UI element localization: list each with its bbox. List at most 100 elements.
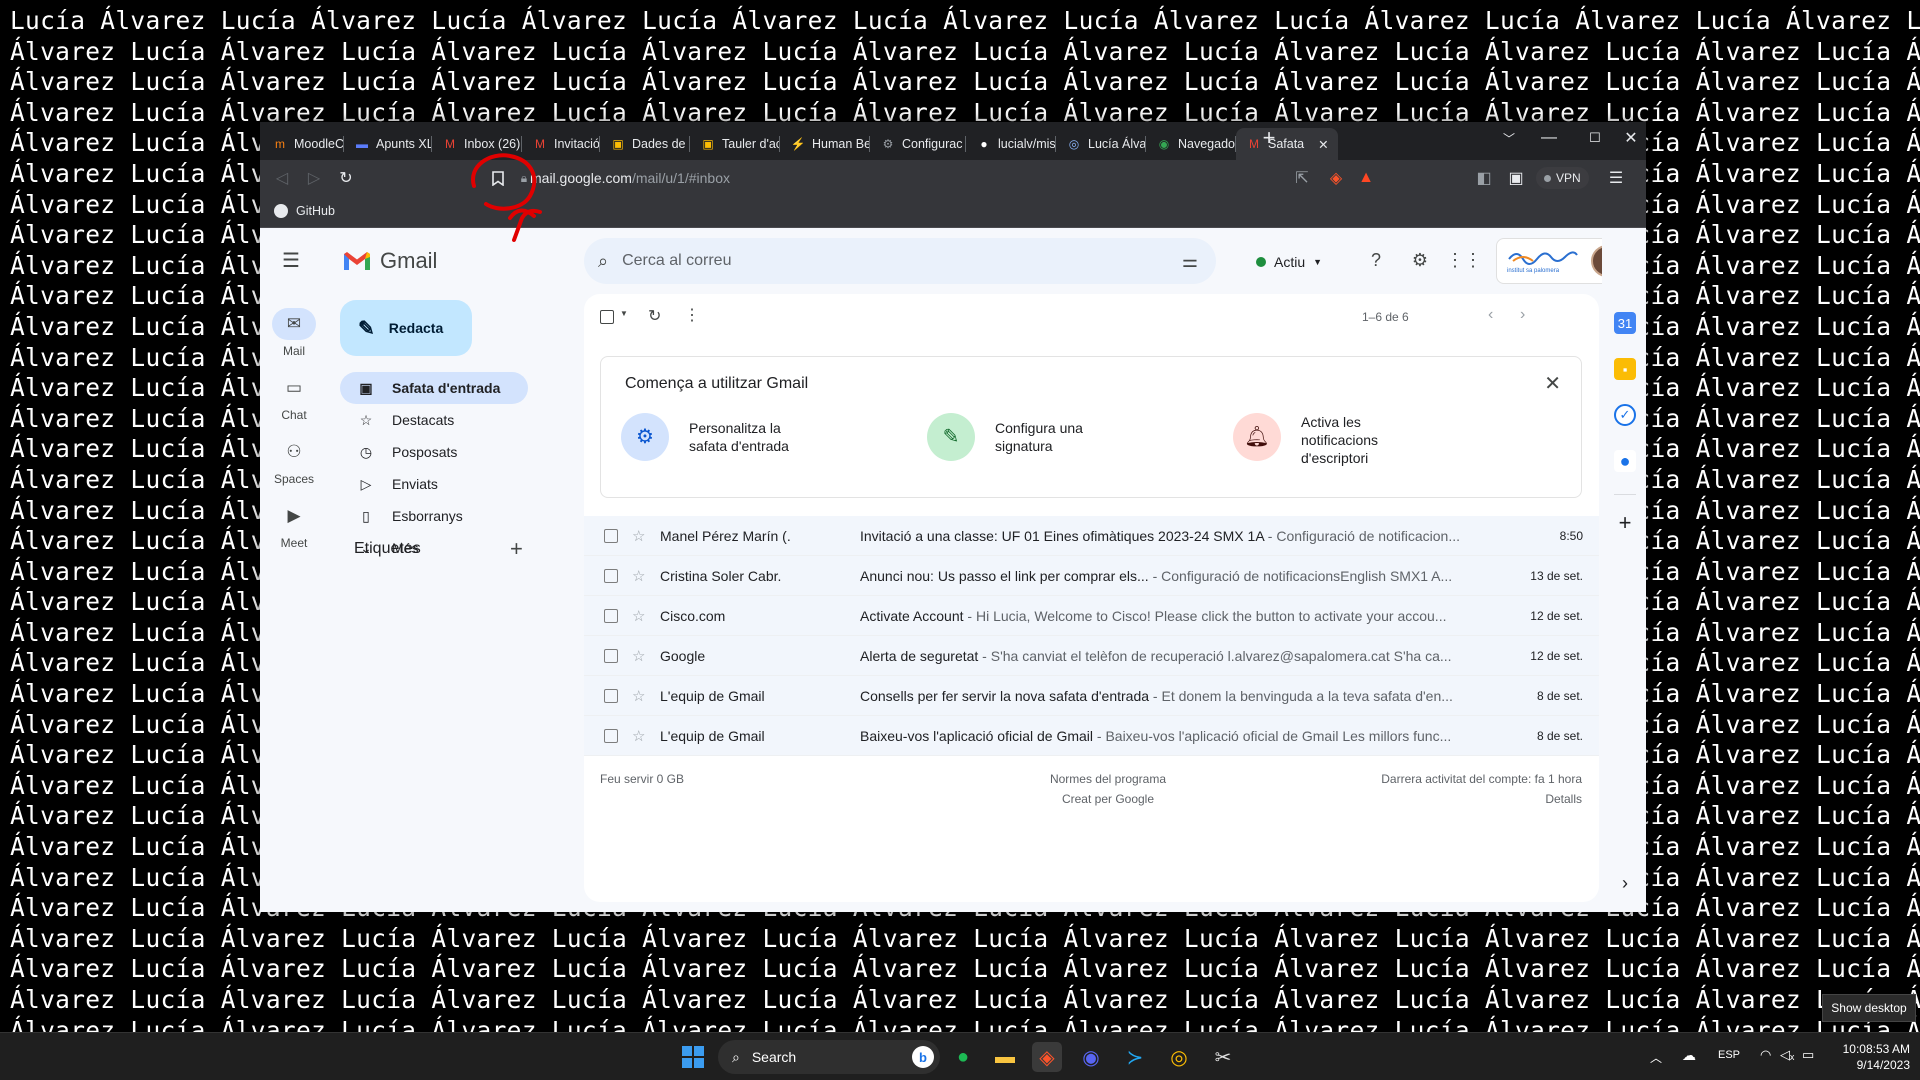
more-options-icon[interactable]: ⋮ [684,305,700,325]
nav-item-4[interactable]: ▯ Esborranys [340,500,528,532]
bookmark-github[interactable]: GitHub [274,204,335,218]
new-tab-button[interactable]: + [1246,122,1292,154]
star-icon[interactable]: ☆ [632,727,645,745]
row-checkbox[interactable] [604,528,618,543]
start-windows-icon[interactable] [678,1042,708,1072]
close-window-button[interactable]: ✕ [1608,122,1654,154]
rail-item-chat[interactable]: ▭ Chat [260,372,328,422]
close-tab-icon[interactable]: ✕ [1318,137,1328,152]
apps-grid-icon[interactable]: ⋮⋮ [1446,248,1482,272]
reload-icon[interactable]: ↻ [336,168,356,188]
search-bar[interactable]: ⌕ Cerca al correu ⚌ [584,238,1216,284]
close-card-icon[interactable]: ✕ [1544,371,1561,396]
star-icon[interactable]: ☆ [632,687,645,705]
refresh-icon[interactable]: ↻ [648,306,661,326]
select-all-checkbox[interactable] [600,310,614,324]
nav-item-2[interactable]: ◷ Posposats [340,436,528,468]
email-row[interactable]: ☆ L'equip de Gmail Baixeu-vos l'aplicació … [584,716,1599,756]
spotify-icon[interactable]: ● [948,1042,978,1072]
settings-gear-icon[interactable]: ⚙ [1408,248,1432,272]
rail-item-spaces[interactable]: ⚇ Spaces [260,436,328,486]
star-icon[interactable]: ☆ [632,527,645,545]
add-label-icon[interactable]: + [510,536,523,562]
rail-item-mail[interactable]: ✉ Mail [260,308,328,358]
tab-2[interactable]: ▬ Apunts XL [344,128,432,160]
row-checkbox[interactable] [604,608,618,623]
status-dropdown[interactable]: Actiu ▼ [1246,244,1334,280]
tab-8[interactable]: ⚙ Configurac [870,128,966,160]
row-checkbox[interactable] [604,728,618,743]
nav-item-1[interactable]: ☆ Destacats [340,404,528,436]
email-row[interactable]: ☆ Cisco.com Activate Account - Hi Lucia, W… [584,596,1599,636]
compose-button[interactable]: ✎ Redacta [340,300,472,356]
vpn-button[interactable]: VPN [1536,167,1589,189]
search-input[interactable]: Cerca al correu [622,252,1168,270]
keep-icon[interactable]: ▪ [1614,358,1636,380]
tab-1[interactable]: m MoodleCF [262,128,344,160]
brave-rewards-icon[interactable]: ▲ [1356,168,1376,188]
email-row[interactable]: ☆ Google Alerta de seguretat - S'ha canvia… [584,636,1599,676]
onedrive-cloud-icon[interactable]: ☁ [1682,1047,1696,1064]
help-icon[interactable]: ? [1364,248,1388,272]
row-checkbox[interactable] [604,568,618,583]
expand-panel-icon[interactable]: › [1614,872,1636,894]
tab-11[interactable]: ◉ Navegado [1146,128,1236,160]
nav-item-3[interactable]: ▷ Enviats [340,468,528,500]
nav-item-0[interactable]: ▣ Safata d'entrada [340,372,528,404]
wallet-icon[interactable]: ▣ [1506,168,1526,188]
tab-9[interactable]: ● lucialv/mis [966,128,1056,160]
row-checkbox[interactable] [604,648,618,663]
program-policies-link[interactable]: Normes del programa [1018,772,1198,786]
setup-step-3[interactable]: 🔔︎ Activa les notificacions d'escriptori [1233,413,1378,467]
language-indicator[interactable]: ESP [1718,1049,1740,1061]
select-dropdown-icon[interactable]: ▼ [620,309,628,318]
battery-icon[interactable]: ▭ [1802,1047,1814,1063]
rail-item-meet[interactable]: ▶ Meet [260,500,328,550]
setup-step-1[interactable]: ⚙ Personalitza la safata d'entrada [621,413,789,461]
main-menu-icon[interactable]: ☰ [282,248,300,273]
gmail-logo[interactable]: Gmail [342,248,437,274]
tab-5[interactable]: ▣ Dades de [600,128,690,160]
get-addons-icon[interactable]: + [1614,510,1636,535]
tab-3[interactable]: M Inbox (26) [432,128,522,160]
snipping-tool-icon[interactable]: ✂ [1208,1042,1238,1072]
tab-7[interactable]: ⚡ Human Be [780,128,870,160]
forward-icon[interactable]: ▷ [304,168,324,188]
system-clock[interactable]: 10:08:53 AM 9/14/2023 [1843,1041,1910,1073]
tab-4[interactable]: M Invitació a [522,128,600,160]
setup-step-2[interactable]: ✎ Configura una signatura [927,413,1083,461]
star-icon[interactable]: ☆ [632,607,645,625]
brave-browser-icon[interactable]: ◈ [1032,1042,1062,1072]
tab-10[interactable]: ◎ Lucía Álvar [1056,128,1146,160]
vscode-icon[interactable]: ≻ [1120,1042,1150,1072]
share-icon[interactable]: ⇱ [1292,168,1312,188]
calendar-icon[interactable]: 31 [1614,312,1636,334]
menu-icon[interactable]: ☰ [1606,168,1626,188]
address-bar[interactable]: mail.google.com/mail/u/1/#inbox [530,165,1575,191]
chrome-icon[interactable]: ◎ [1164,1042,1194,1072]
tab-6[interactable]: ▣ Tauler d'ac [690,128,780,160]
row-checkbox[interactable] [604,688,618,703]
minimize-button[interactable]: — [1526,122,1572,154]
email-row[interactable]: ☆ L'equip de Gmail Consells per fer servir… [584,676,1599,716]
tray-chevron-up-icon[interactable]: ︿ [1650,1049,1662,1066]
next-page-icon[interactable]: › [1520,306,1525,324]
discord-icon[interactable]: ◉ [1076,1042,1106,1072]
brave-shields-icon[interactable]: ◈ [1326,168,1346,188]
wifi-icon[interactable]: ◠ [1760,1047,1771,1063]
star-icon[interactable]: ☆ [632,647,645,665]
back-icon[interactable]: ◁ [272,168,292,188]
file-explorer-icon[interactable]: ▬ [990,1042,1020,1072]
search-icon[interactable]: ⌕ [598,251,608,272]
email-row[interactable]: ☆ Manel Pérez Marín (. Invitació a una cla… [584,516,1599,556]
bookmark-icon[interactable] [488,168,508,188]
details-link[interactable]: Detalls [1545,792,1582,806]
volume-icon[interactable]: ◁ₓ [1780,1047,1794,1063]
prev-page-icon[interactable]: ‹ [1488,306,1493,324]
email-row[interactable]: ☆ Cristina Soler Cabr. Anunci nou: Us pass… [584,556,1599,596]
contacts-icon[interactable]: ● [1614,450,1636,472]
sidebar-toggle-icon[interactable]: ◧ [1474,168,1494,188]
star-icon[interactable]: ☆ [632,567,645,585]
tasks-icon[interactable]: ✓ [1614,404,1636,426]
search-options-icon[interactable]: ⚌ [1182,251,1198,272]
